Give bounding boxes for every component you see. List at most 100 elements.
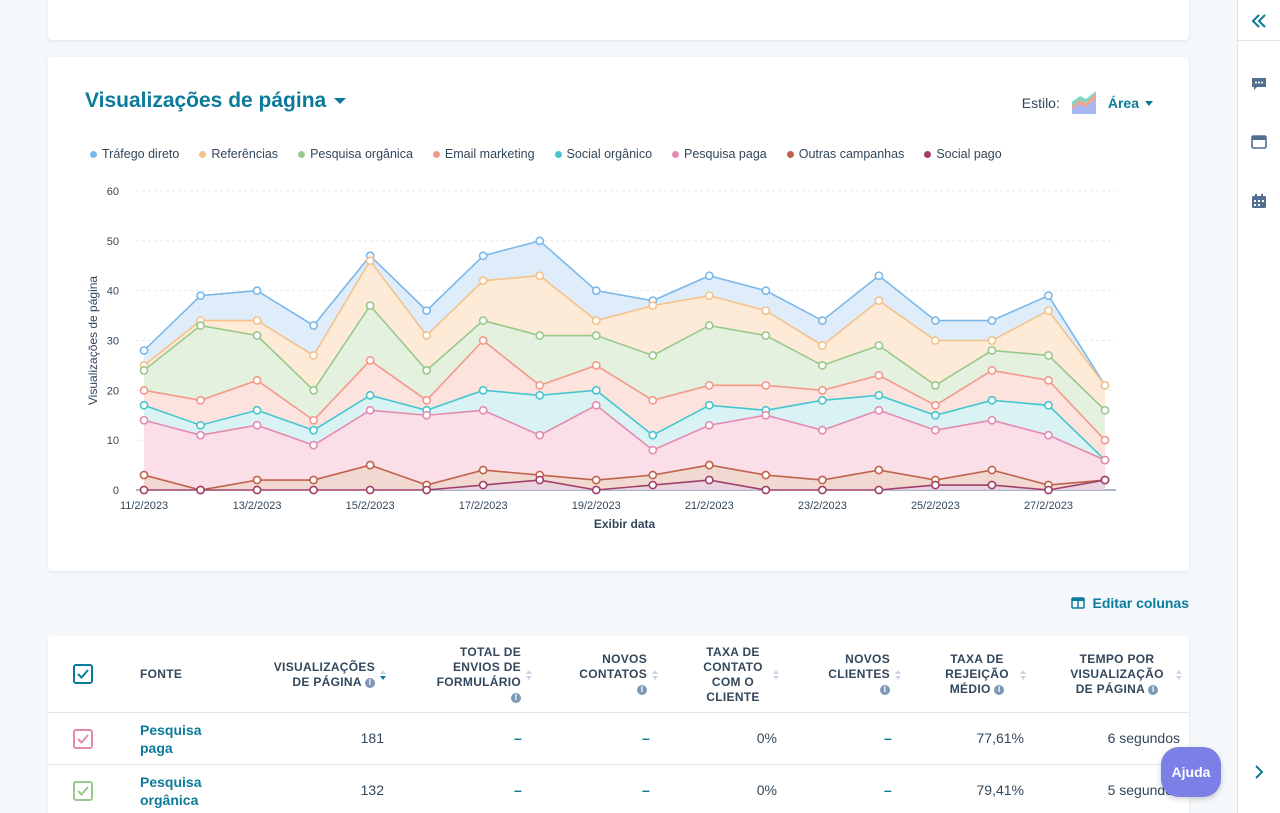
new-customers-value: –	[884, 782, 892, 798]
data-point	[196, 291, 205, 301]
column-header-pageviews[interactable]: Visualizações de página i	[262, 660, 386, 690]
sort-icon	[895, 669, 901, 680]
data-point	[139, 470, 149, 480]
row-checkbox[interactable]	[73, 729, 93, 749]
column-header-bounce-rate[interactable]: Taxa de rejeição médio i	[934, 652, 1026, 697]
data-point	[139, 400, 149, 410]
info-icon[interactable]: i	[511, 692, 521, 703]
x-tick-label: 23/2/2023	[798, 500, 847, 512]
sort-icon	[1020, 669, 1026, 680]
data-point	[591, 331, 601, 340]
row-checkbox[interactable]	[73, 781, 93, 801]
calendar-button[interactable]	[1248, 190, 1270, 212]
new-contacts-value: –	[642, 782, 650, 798]
data-point	[365, 356, 375, 365]
bounce-rate-value: 77,61%	[976, 730, 1024, 746]
source-link[interactable]: Pesquisa paga	[140, 721, 230, 757]
data-point	[931, 480, 940, 490]
data-point	[196, 430, 205, 440]
data-point	[704, 460, 714, 470]
x-tick-label: 11/2/2023	[120, 500, 168, 512]
data-point	[987, 346, 997, 355]
column-header-contact-rate[interactable]: Taxa de contato com o cliente	[693, 645, 779, 705]
data-point	[761, 485, 771, 495]
data-point	[591, 400, 601, 410]
column-header-time-per-view[interactable]: Tempo por visualização de página i	[1058, 652, 1182, 697]
data-point	[1044, 291, 1053, 301]
check-icon	[77, 734, 89, 744]
edit-columns-button[interactable]: Editar colunas	[1070, 595, 1189, 611]
column-header-new-customers[interactable]: Novos clientes i	[813, 652, 901, 697]
contact-rate-value: 0%	[756, 782, 777, 798]
stacked-area-chart: 0 10 20 30 40 50 60 11/2/2023 13/2/2023 15/2/2023…	[86, 186, 1116, 531]
new-customers-value: –	[884, 730, 892, 746]
data-point	[648, 351, 658, 360]
data-point	[704, 321, 714, 330]
x-tick-label: 15/2/2023	[346, 500, 395, 512]
data-point	[817, 361, 827, 370]
pageviews-value: 132	[360, 782, 384, 798]
data-point	[1044, 400, 1053, 410]
columns-icon	[1070, 597, 1085, 609]
data-point	[987, 395, 997, 405]
info-icon[interactable]: i	[880, 684, 890, 695]
data-point	[139, 346, 149, 355]
data-point	[1044, 375, 1053, 385]
select-all-checkbox[interactable]	[73, 664, 93, 684]
pageviews-value: 181	[360, 730, 384, 746]
data-point	[252, 485, 262, 495]
data-point	[648, 301, 658, 311]
sort-icon	[380, 670, 386, 680]
x-tick-label: 21/2/2023	[685, 500, 734, 512]
data-point	[309, 415, 318, 425]
column-header-source[interactable]: Fonte	[140, 667, 182, 682]
data-point	[1044, 351, 1053, 360]
x-tick-label: 17/2/2023	[459, 500, 508, 512]
data-point	[309, 321, 318, 330]
data-point	[535, 390, 545, 400]
data-point	[1100, 435, 1110, 445]
right-sidebar	[1237, 0, 1280, 813]
data-point	[422, 395, 432, 405]
column-header-new-contacts[interactable]: Novos contatos i	[568, 652, 658, 697]
panel-button[interactable]	[1248, 131, 1270, 153]
data-point	[987, 465, 997, 475]
collapse-sidebar-button[interactable]	[1248, 10, 1270, 32]
y-tick-label: 20	[107, 385, 119, 397]
info-icon[interactable]: i	[1148, 684, 1159, 695]
data-point	[761, 306, 771, 315]
data-point	[817, 341, 827, 350]
data-point	[648, 480, 658, 490]
source-link[interactable]: Pesquisa orgânica	[140, 773, 230, 809]
table-row: Pesquisa paga 181 – – 0% – 77,61% 6 segu…	[48, 713, 1189, 765]
data-point	[1044, 430, 1053, 440]
data-point	[1100, 455, 1110, 465]
data-point	[478, 316, 488, 325]
expand-button[interactable]	[1248, 761, 1270, 783]
comments-button[interactable]	[1248, 73, 1270, 95]
browser-window-icon	[1251, 135, 1267, 149]
data-point	[1100, 380, 1110, 390]
column-header-form-submissions[interactable]: Total de envios de formulário i	[420, 645, 532, 705]
info-icon[interactable]: i	[637, 684, 647, 695]
check-icon	[77, 669, 89, 679]
chevron-right-icon	[1255, 765, 1264, 779]
data-point	[931, 380, 940, 390]
data-point	[704, 291, 714, 301]
data-point	[817, 395, 827, 405]
data-point	[761, 286, 771, 296]
data-point	[535, 380, 545, 390]
edit-columns-label: Editar colunas	[1092, 595, 1189, 611]
data-point	[817, 485, 827, 495]
sort-icon	[652, 669, 658, 680]
data-point	[422, 365, 432, 375]
info-icon[interactable]: i	[994, 684, 1005, 695]
data-point	[874, 485, 884, 495]
info-icon[interactable]: i	[365, 677, 375, 688]
table-row: Pesquisa orgânica 132 – – 0% – 79,41% 5 …	[48, 765, 1189, 813]
data-point	[987, 480, 997, 490]
data-point	[139, 385, 149, 395]
help-button[interactable]: Ajuda	[1161, 747, 1221, 797]
y-tick-label: 0	[113, 485, 119, 497]
data-point	[591, 361, 601, 370]
